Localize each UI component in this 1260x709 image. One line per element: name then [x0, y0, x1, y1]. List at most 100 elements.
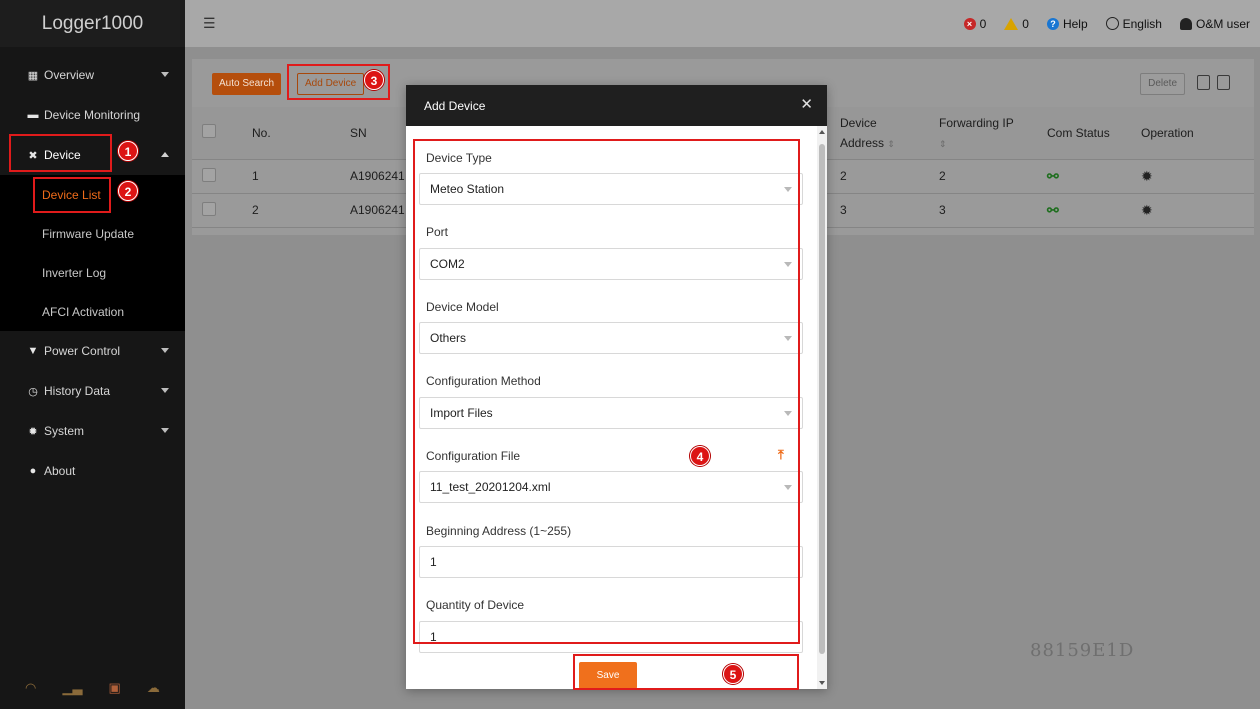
- export-icon[interactable]: [1197, 75, 1210, 90]
- gear-icon[interactable]: ✹: [1141, 202, 1153, 218]
- warning-indicator[interactable]: 0: [1004, 17, 1029, 31]
- chevron-down-icon: [161, 348, 169, 353]
- wifi-icon: ◠: [25, 680, 37, 695]
- import-icon[interactable]: [1217, 75, 1230, 90]
- row-checkbox-cell: [192, 193, 242, 228]
- cell-com-status: ⚯: [1037, 193, 1131, 228]
- annotation-box-2: [33, 177, 111, 213]
- annotation-box-5: [573, 654, 799, 690]
- sidebar-subitem-inverter-log[interactable]: Inverter Log: [0, 253, 185, 292]
- col-forwarding-ip[interactable]: Forwarding IP ⇕: [929, 107, 1037, 160]
- globe-icon: [1105, 17, 1119, 30]
- row-checkbox-cell: [192, 159, 242, 194]
- help-label: Help: [1062, 16, 1088, 31]
- help-icon: ?: [1046, 17, 1059, 30]
- language-label: English: [1122, 16, 1162, 31]
- dialog-scrollbar[interactable]: [817, 126, 827, 689]
- col-forwarding-ip-sort: ⇕: [939, 136, 1037, 150]
- scroll-thumb[interactable]: [819, 144, 825, 654]
- sort-icon: ⇕: [939, 138, 947, 149]
- language-selector[interactable]: English: [1105, 16, 1162, 31]
- delete-button[interactable]: Delete: [1140, 73, 1185, 95]
- sidebar-item-label: Power Control: [44, 344, 121, 358]
- row-checkbox[interactable]: [202, 167, 216, 182]
- annotation-badge-3: 3: [364, 70, 384, 90]
- sidebar-item-power-control[interactable]: ▼ Power Control: [0, 331, 185, 371]
- gear-icon[interactable]: ✹: [1141, 168, 1153, 184]
- sidebar-item-system[interactable]: ✹ System: [0, 411, 185, 451]
- col-no: No.: [242, 107, 340, 160]
- sidebar-item-label: System: [44, 424, 85, 438]
- error-count: 0: [979, 16, 987, 31]
- dialog-title: Add Device: [424, 98, 486, 113]
- col-device-address[interactable]: Device Address ⇕: [830, 107, 929, 160]
- cell-address: 3: [830, 193, 929, 228]
- sidebar-item-overview[interactable]: ▦ Overview: [0, 55, 185, 95]
- history-icon: ◷: [28, 385, 38, 398]
- cell-forwarding-ip: 2: [929, 159, 1037, 194]
- chevron-down-icon: [161, 72, 169, 77]
- cloud-icon: ☁: [146, 680, 160, 695]
- menu-toggle-icon[interactable]: ☰: [203, 15, 216, 32]
- annotation-badge-5: 5: [723, 664, 743, 684]
- info-icon: ●: [29, 465, 37, 477]
- network-icon: ▣: [108, 680, 121, 695]
- sidebar-item-history-data[interactable]: ◷ History Data: [0, 371, 185, 411]
- chevron-down-icon: [161, 428, 169, 433]
- link-icon: ⚯: [1047, 201, 1059, 218]
- cell-no: 2: [242, 193, 340, 228]
- cell-operation: ✹: [1131, 193, 1254, 228]
- sidebar-subitem-firmware-update[interactable]: Firmware Update: [0, 214, 185, 253]
- col-com-status: Com Status: [1037, 107, 1131, 160]
- sidebar-item-about[interactable]: ● About: [0, 451, 185, 491]
- close-icon[interactable]: ✕: [800, 97, 813, 112]
- header: ☰ × 0 0 ? Help English O&M user: [185, 0, 1260, 47]
- annotation-badge-4: 4: [690, 446, 710, 466]
- link-icon: ⚯: [1047, 167, 1059, 184]
- col-device-address-text: Address: [840, 135, 885, 150]
- help-link[interactable]: ? Help: [1046, 16, 1088, 31]
- annotation-box-1: [9, 134, 112, 172]
- sidebar-item-label: History Data: [44, 384, 111, 398]
- error-icon: ×: [963, 17, 976, 30]
- sidebar-item-label: About: [44, 464, 76, 478]
- signal-icon: ▁▃: [62, 680, 83, 695]
- sidebar-subitem-afci-activation[interactable]: AFCI Activation: [0, 292, 185, 331]
- warning-icon: [1004, 17, 1019, 30]
- app-title: Logger1000: [0, 0, 185, 47]
- cell-no: 1: [242, 159, 340, 194]
- sidebar-item-device-monitoring[interactable]: ▬ Device Monitoring: [0, 95, 185, 135]
- cell-operation: ✹: [1131, 159, 1254, 194]
- sidebar-item-label: Device Monitoring: [44, 108, 141, 122]
- user-icon: [1179, 17, 1192, 30]
- scroll-up-icon[interactable]: [819, 130, 825, 134]
- cell-forwarding-ip: 3: [929, 193, 1037, 228]
- header-right: × 0 0 ? Help English O&M user: [963, 0, 1260, 47]
- monitor-icon: ▬: [27, 109, 39, 121]
- chevron-up-icon: [161, 152, 169, 157]
- sidebar: Logger1000 ▦ Overview ▬ Device Monitorin…: [0, 0, 185, 709]
- sidebar-item-label: Overview: [44, 68, 95, 82]
- col-forwarding-ip-text: Forwarding IP: [939, 115, 1014, 130]
- gear-icon: ✹: [28, 425, 38, 438]
- power-control-icon: ▼: [27, 345, 39, 357]
- warning-count: 0: [1022, 16, 1029, 31]
- auto-search-button[interactable]: Auto Search: [212, 73, 282, 95]
- select-all-cell: [192, 107, 242, 160]
- cell-com-status: ⚯: [1037, 159, 1131, 194]
- annotation-badge-2: 2: [118, 181, 138, 201]
- annotation-badge-1: 1: [118, 141, 138, 161]
- cell-address: 2: [830, 159, 929, 194]
- select-all-checkbox[interactable]: [202, 124, 216, 139]
- user-menu[interactable]: O&M user: [1179, 16, 1250, 31]
- user-label: O&M user: [1195, 16, 1250, 31]
- error-indicator[interactable]: × 0: [963, 16, 987, 31]
- scroll-down-icon[interactable]: [819, 681, 825, 685]
- watermark: 88159E1D: [1030, 640, 1135, 661]
- grid-icon: ▦: [27, 69, 39, 82]
- col-device-address-line2: Address ⇕: [840, 136, 929, 150]
- chevron-down-icon: [161, 388, 169, 393]
- row-checkbox[interactable]: [202, 201, 216, 216]
- annotation-box-4: [413, 139, 800, 644]
- dialog-header: Add Device ✕: [406, 85, 827, 126]
